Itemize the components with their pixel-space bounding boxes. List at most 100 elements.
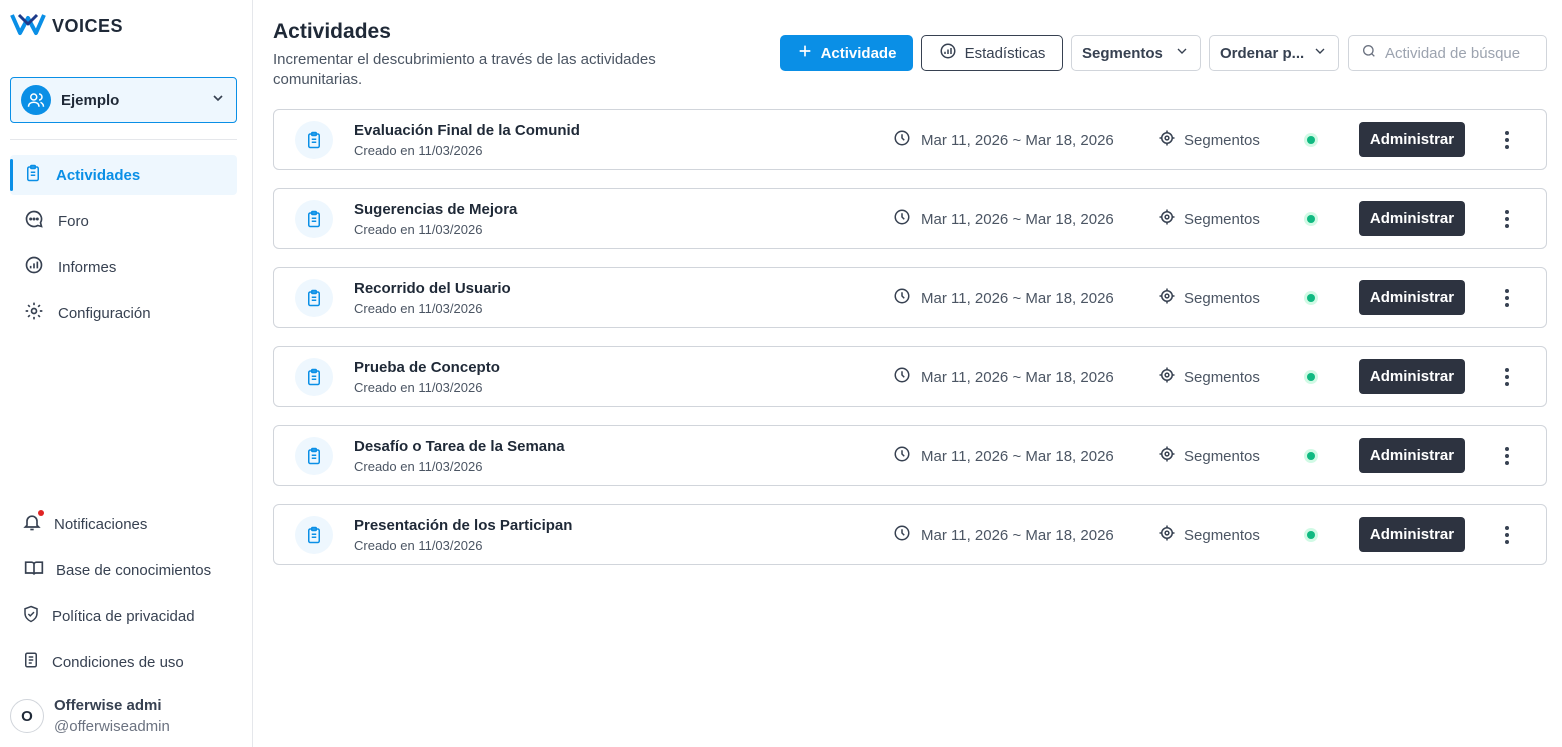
manage-button[interactable]: Administrar [1359, 438, 1465, 473]
clipboard-icon [295, 121, 333, 159]
gear-icon [24, 301, 44, 326]
clock-icon [893, 208, 911, 230]
activity-date-range: Mar 11, 2026 ~ Mar 18, 2026 [921, 447, 1114, 465]
more-options-icon[interactable] [1496, 523, 1518, 547]
activity-card[interactable]: Recorrido del Usuario Creado en 11/03/20… [273, 267, 1547, 328]
activity-title[interactable]: Evaluación Final de la Comunid [354, 122, 580, 139]
search-box[interactable] [1348, 35, 1547, 71]
activity-segments[interactable]: Segmentos [1158, 524, 1260, 546]
bell-icon [22, 509, 44, 537]
clipboard-icon [295, 437, 333, 475]
activity-created: Creado en 11/03/2026 [354, 459, 483, 474]
sidebar-item-configuracion[interactable]: Configuración [10, 293, 237, 333]
more-options-icon[interactable] [1496, 444, 1518, 468]
status-dot [1307, 215, 1315, 223]
manage-button[interactable]: Administrar [1359, 201, 1465, 236]
activity-date-range: Mar 11, 2026 ~ Mar 18, 2026 [921, 368, 1114, 386]
activity-segments[interactable]: Segmentos [1158, 208, 1260, 230]
sidebar-item-privacidad[interactable]: Política de privacidad [22, 601, 195, 631]
activity-card[interactable]: Sugerencias de Mejora Creado en 11/03/20… [273, 188, 1547, 249]
clock-icon [893, 445, 911, 467]
sidebar-item-label: Notificaciones [54, 515, 148, 533]
sidebar-divider [10, 139, 237, 140]
clipboard-icon [295, 516, 333, 554]
activity-date-range: Mar 11, 2026 ~ Mar 18, 2026 [921, 131, 1114, 149]
activity-card[interactable]: Desafío o Tarea de la Semana Creado en 1… [273, 425, 1547, 486]
activity-title[interactable]: Prueba de Concepto [354, 359, 500, 376]
clock-icon [893, 129, 911, 151]
clipboard-icon [295, 358, 333, 396]
segments-select-value: Segmentos [1082, 44, 1163, 62]
sidebar-item-label: Informes [58, 258, 117, 276]
activity-card[interactable]: Prueba de Concepto Creado en 11/03/2026 … [273, 346, 1547, 407]
manage-button[interactable]: Administrar [1359, 122, 1465, 157]
activity-created: Creado en 11/03/2026 [354, 538, 483, 553]
chevron-down-icon [1312, 43, 1328, 63]
sidebar-item-foro[interactable]: Foro [10, 201, 237, 241]
segments-select[interactable]: Segmentos [1071, 35, 1201, 71]
activity-card[interactable]: Evaluación Final de la Comunid Creado en… [273, 109, 1547, 170]
manage-button[interactable]: Administrar [1359, 359, 1465, 394]
more-options-icon[interactable] [1496, 365, 1518, 389]
sidebar-item-base-conocimientos[interactable]: Base de conocimientos [24, 555, 211, 585]
search-input[interactable] [1385, 44, 1535, 62]
activity-card[interactable]: Presentación de los Participan Creado en… [273, 504, 1547, 565]
activity-segments[interactable]: Segmentos [1158, 287, 1260, 309]
activity-created: Creado en 11/03/2026 [354, 380, 483, 395]
page-title: Actividades [273, 20, 391, 43]
clipboard-icon [295, 200, 333, 238]
status-dot [1307, 452, 1315, 460]
workspace-selector[interactable]: Ejemplo [10, 77, 237, 123]
target-icon [1158, 208, 1176, 230]
activity-segments-label: Segmentos [1184, 368, 1260, 386]
target-icon [1158, 287, 1176, 309]
target-icon [1158, 524, 1176, 546]
activity-segments[interactable]: Segmentos [1158, 366, 1260, 388]
user-profile[interactable]: O Offerwise admi @offerwiseadmin [10, 697, 170, 735]
activity-date-range: Mar 11, 2026 ~ Mar 18, 2026 [921, 289, 1114, 307]
document-icon [22, 651, 40, 674]
chart-icon [939, 42, 957, 64]
more-options-icon[interactable] [1496, 207, 1518, 231]
activity-title[interactable]: Presentación de los Participan [354, 517, 572, 534]
sidebar-item-actividades[interactable]: Actividades [10, 155, 237, 195]
activity-segments-label: Segmentos [1184, 526, 1260, 544]
brand-logo[interactable]: VOICES [10, 12, 123, 41]
statistics-button[interactable]: Estadísticas [921, 35, 1063, 71]
activity-title[interactable]: Desafío o Tarea de la Semana [354, 438, 565, 455]
more-options-icon[interactable] [1496, 128, 1518, 152]
manage-button[interactable]: Administrar [1359, 280, 1465, 315]
plus-icon [797, 43, 813, 63]
page-subtitle: Incrementar el descubrimiento a través d… [273, 51, 656, 88]
sidebar-item-informes[interactable]: Informes [10, 247, 237, 287]
avatar: O [10, 699, 44, 733]
activity-dates: Mar 11, 2026 ~ Mar 18, 2026 [893, 208, 1114, 230]
activity-title[interactable]: Recorrido del Usuario [354, 280, 511, 297]
sort-select[interactable]: Ordenar p... [1209, 35, 1339, 71]
activity-dates: Mar 11, 2026 ~ Mar 18, 2026 [893, 129, 1114, 151]
activity-created: Creado en 11/03/2026 [354, 143, 483, 158]
sidebar-item-label: Foro [58, 212, 89, 230]
shield-icon [22, 605, 40, 628]
activity-segments-label: Segmentos [1184, 289, 1260, 307]
statistics-label: Estadísticas [964, 44, 1046, 62]
activity-segments[interactable]: Segmentos [1158, 129, 1260, 151]
sidebar-item-notificaciones[interactable]: Notificaciones [22, 509, 147, 539]
chevron-down-icon [1174, 43, 1190, 63]
users-icon [21, 85, 51, 115]
sidebar-item-label: Política de privacidad [52, 607, 195, 625]
chevron-down-icon [210, 90, 226, 111]
voices-logo-icon [10, 12, 46, 41]
target-icon [1158, 366, 1176, 388]
sidebar-item-label: Configuración [58, 304, 151, 322]
activity-title[interactable]: Sugerencias de Mejora [354, 201, 517, 218]
activity-created: Creado en 11/03/2026 [354, 301, 483, 316]
notification-dot [38, 509, 44, 516]
sidebar-item-condiciones[interactable]: Condiciones de uso [22, 647, 184, 677]
more-options-icon[interactable] [1496, 286, 1518, 310]
chat-icon [24, 209, 44, 234]
clock-icon [893, 366, 911, 388]
manage-button[interactable]: Administrar [1359, 517, 1465, 552]
add-activity-button[interactable]: Actividade [780, 35, 913, 71]
activity-segments[interactable]: Segmentos [1158, 445, 1260, 467]
